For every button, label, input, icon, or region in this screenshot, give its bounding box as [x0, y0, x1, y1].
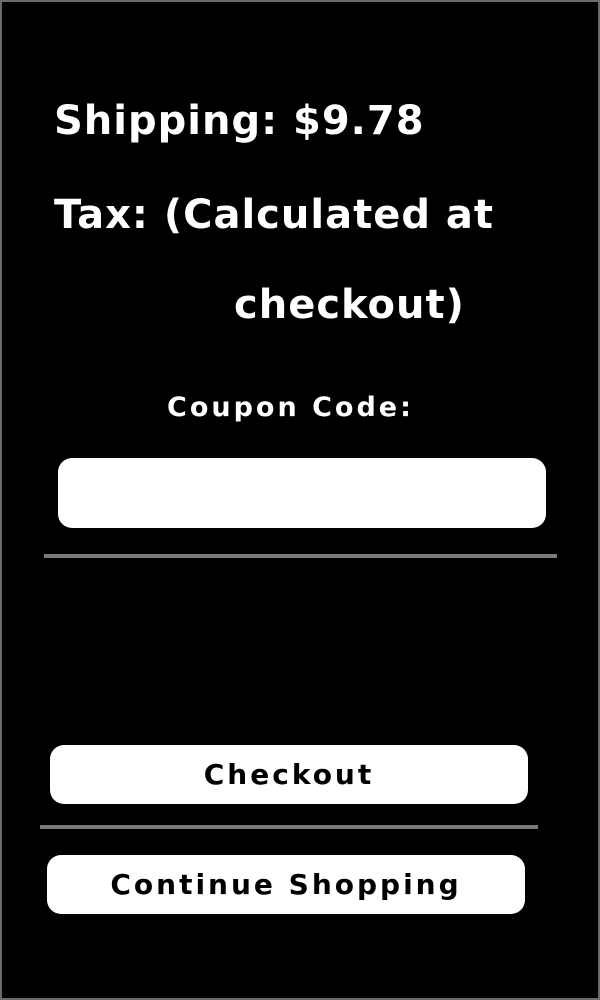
- continue-shopping-button[interactable]: Continue Shopping: [47, 855, 525, 914]
- shipping-text: Shipping: $9.78: [54, 98, 425, 144]
- checkout-button[interactable]: Checkout: [50, 745, 528, 804]
- tax-text-line1: Tax: (Calculated at: [54, 192, 494, 238]
- coupon-code-input[interactable]: [58, 458, 546, 528]
- coupon-code-label: Coupon Code:: [167, 392, 414, 423]
- cart-summary-panel: Shipping: $9.78 Tax: (Calculated at chec…: [0, 0, 600, 1000]
- divider-middle: [40, 825, 538, 829]
- divider-top: [44, 554, 557, 558]
- tax-text-line2: checkout): [234, 282, 465, 328]
